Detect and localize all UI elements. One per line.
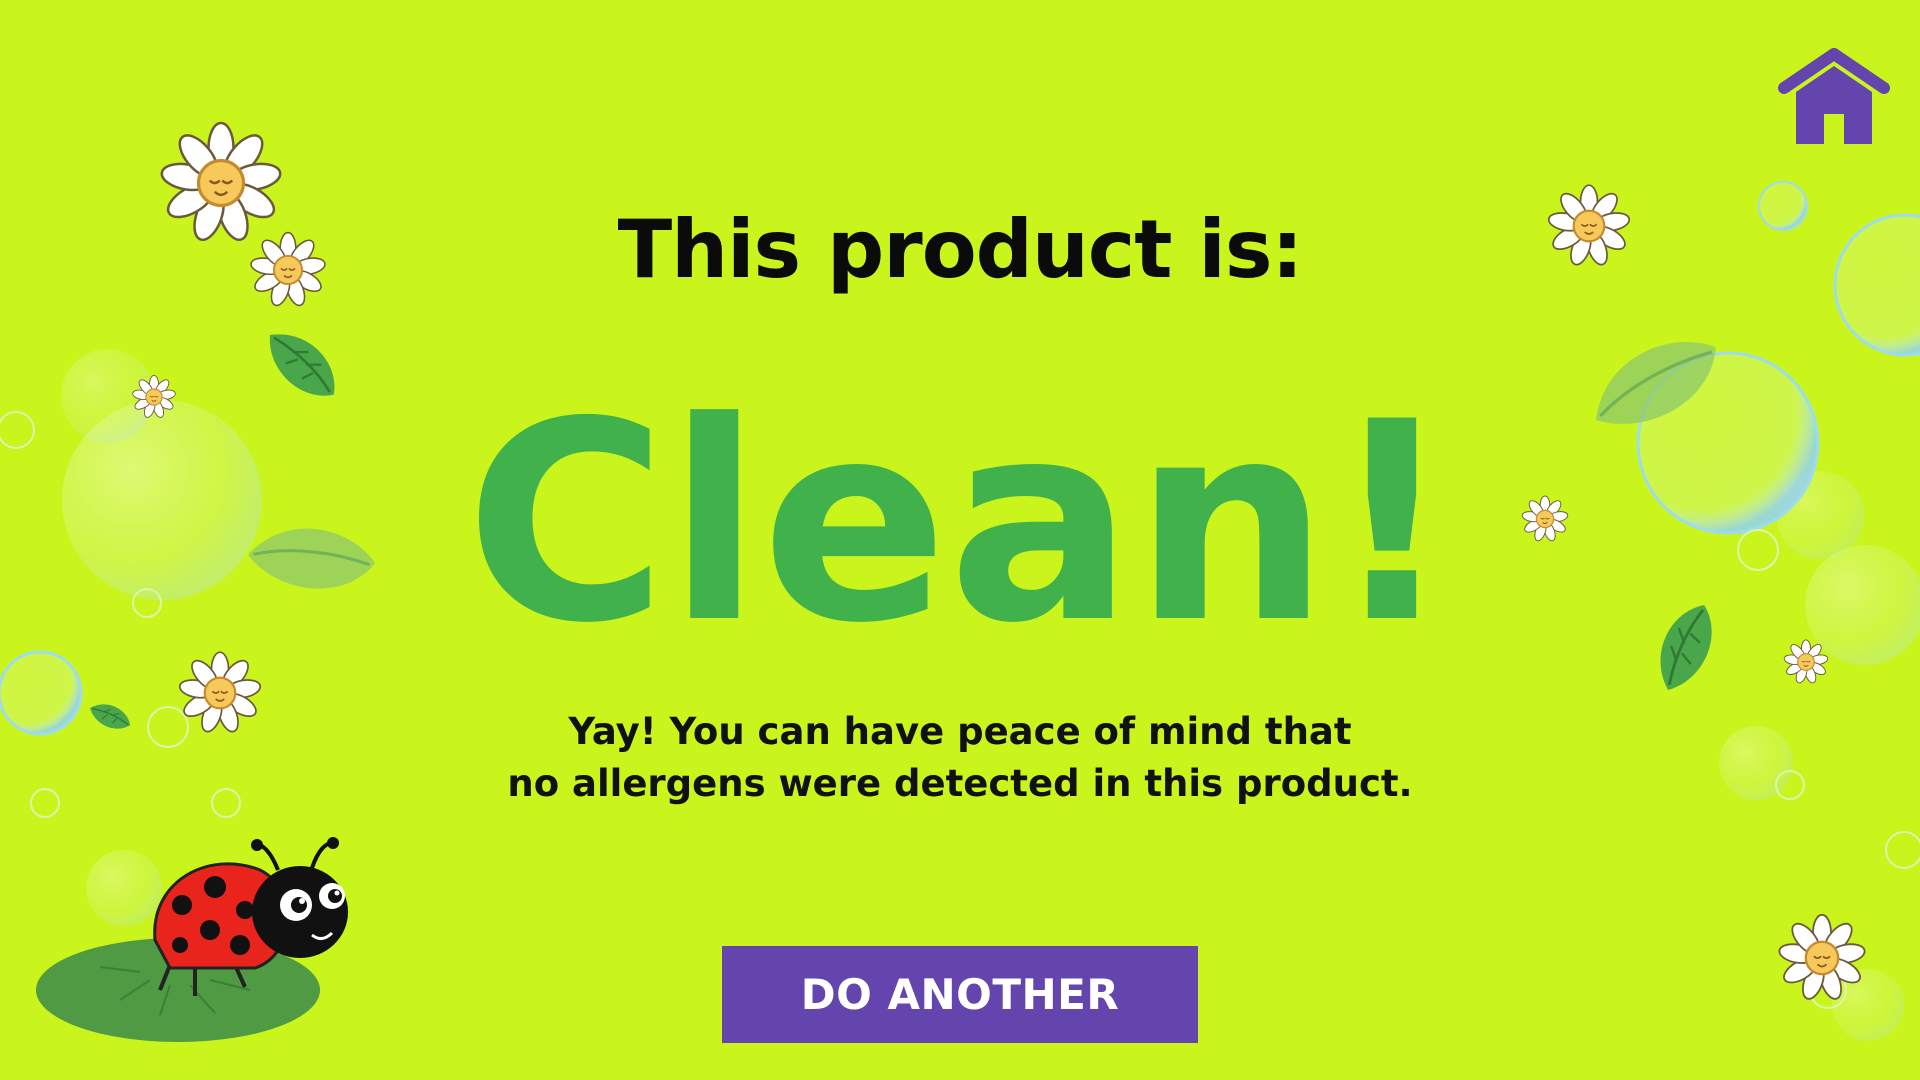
message-line-2: no allergens were detected in this produ… [507,762,1413,805]
home-button[interactable] [1778,48,1890,148]
bubble-icon [1805,545,1920,665]
home-icon [1778,48,1890,144]
result-word: Clean! [465,363,1454,660]
bubble-icon [86,850,162,926]
bubble-icon [1885,831,1920,869]
do-another-button[interactable]: DO ANOTHER [722,946,1198,1043]
bubble-icon [1737,529,1779,571]
leaf-icon [258,315,347,414]
bubble-icon [0,411,35,449]
leaf-icon [242,511,382,606]
page-title: This product is: [617,203,1304,296]
result-message: Yay! You can have peace of mind that no … [0,706,1920,810]
svg-text:Clean!: Clean! [465,363,1454,660]
message-line-1: Yay! You can have peace of mind that [568,710,1352,753]
leaf-icon [1639,595,1732,699]
daisy-icon [1520,495,1570,543]
